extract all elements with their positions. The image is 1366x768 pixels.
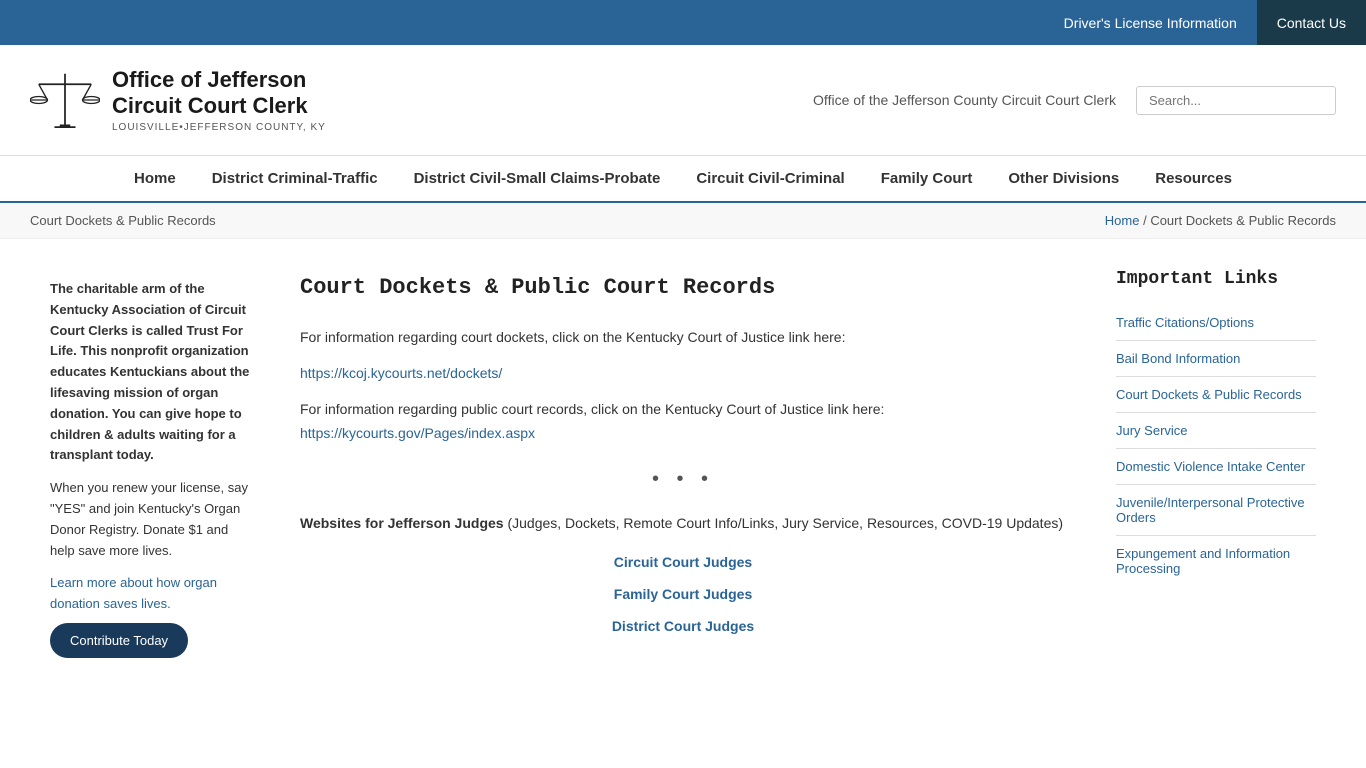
drivers-license-link[interactable]: Driver's License Information (1044, 0, 1257, 45)
sidebar-link-traffic[interactable]: Traffic Citations/Options (1116, 305, 1316, 341)
header-right: Office of the Jefferson County Circuit C… (813, 86, 1336, 115)
logo-icon (30, 65, 100, 135)
header: Office of Jefferson Circuit Court Clerk … (0, 45, 1366, 156)
main-layout: The charitable arm of the Kentucky Assoc… (0, 239, 1366, 698)
breadcrumb-left: Court Dockets & Public Records (30, 213, 216, 228)
sidebar-link-domestic-violence[interactable]: Domestic Violence Intake Center (1116, 449, 1316, 485)
district-court-judges-link[interactable]: District Court Judges (612, 615, 754, 639)
main-para1: For information regarding court dockets,… (300, 326, 1066, 350)
logo-subtitle: Louisville•Jefferson County, KY (112, 122, 326, 133)
nav-item-district-civil[interactable]: District Civil-Small Claims-Probate (396, 156, 679, 201)
logo-area: Office of Jefferson Circuit Court Clerk … (30, 65, 326, 135)
header-site-name: Office of the Jefferson County Circuit C… (813, 92, 1116, 108)
nav-bar: Home District Criminal-Traffic District … (0, 156, 1366, 203)
dots-divider: • • • (300, 462, 1066, 496)
logo-title-line2: Circuit Court Clerk (112, 93, 326, 119)
nav-item-home[interactable]: Home (116, 156, 194, 201)
family-court-judges-link[interactable]: Family Court Judges (614, 583, 752, 607)
public-records-link[interactable]: https://kycourts.gov/Pages/index.aspx (300, 425, 535, 441)
learn-more-link[interactable]: Learn more about how organ donation save… (50, 575, 217, 611)
left-sidebar: The charitable arm of the Kentucky Assoc… (30, 259, 270, 678)
nav-item-resources[interactable]: Resources (1137, 156, 1250, 201)
center-content: Court Dockets & Public Court Records For… (270, 259, 1096, 678)
sidebar-link-jury-service[interactable]: Jury Service (1116, 413, 1316, 449)
circuit-court-judges-link[interactable]: Circuit Court Judges (614, 551, 752, 575)
left-sidebar-normal-paragraph: When you renew your license, say "YES" a… (50, 478, 250, 561)
nav-item-family-court[interactable]: Family Court (863, 156, 991, 201)
main-para2: For information regarding public court r… (300, 398, 1066, 446)
judges-intro: Websites for Jefferson Judges (Judges, D… (300, 512, 1066, 536)
judges-intro-rest: (Judges, Dockets, Remote Court Info/Link… (504, 515, 1063, 531)
sidebar-link-expungement[interactable]: Expungement and Information Processing (1116, 536, 1316, 586)
contribute-button[interactable]: Contribute Today (50, 623, 188, 658)
dockets-link[interactable]: https://kcoj.kycourts.net/dockets/ (300, 365, 502, 381)
judge-links: Circuit Court Judges Family Court Judges… (300, 551, 1066, 638)
sidebar-link-bail-bond[interactable]: Bail Bond Information (1116, 341, 1316, 377)
breadcrumb-current: Court Dockets & Public Records (1150, 213, 1336, 228)
judges-intro-bold: Websites for Jefferson Judges (300, 515, 504, 531)
important-links-title: Important Links (1116, 269, 1316, 289)
nav-item-circuit-civil[interactable]: Circuit Civil-Criminal (678, 156, 862, 201)
breadcrumb-right: Home / Court Dockets & Public Records (1105, 213, 1336, 228)
breadcrumb-bar: Court Dockets & Public Records Home / Co… (0, 203, 1366, 239)
right-sidebar: Important Links Traffic Citations/Option… (1096, 259, 1336, 678)
logo-title-line1: Office of Jefferson (112, 67, 326, 93)
logo-text: Office of Jefferson Circuit Court Clerk … (112, 67, 326, 134)
search-input[interactable] (1136, 86, 1336, 115)
breadcrumb-home-link[interactable]: Home (1105, 213, 1140, 228)
page-title: Court Dockets & Public Court Records (300, 269, 1066, 306)
nav-item-district-criminal[interactable]: District Criminal-Traffic (194, 156, 396, 201)
main-para2-prefix: For information regarding public court r… (300, 401, 884, 417)
nav-item-other-divisions[interactable]: Other Divisions (990, 156, 1137, 201)
sidebar-link-court-dockets[interactable]: Court Dockets & Public Records (1116, 377, 1316, 413)
contact-us-link[interactable]: Contact Us (1257, 0, 1366, 45)
left-sidebar-bold-paragraph: The charitable arm of the Kentucky Assoc… (50, 279, 250, 466)
sidebar-link-juvenile[interactable]: Juvenile/Interpersonal Protective Orders (1116, 485, 1316, 536)
top-bar: Driver's License Information Contact Us (0, 0, 1366, 45)
